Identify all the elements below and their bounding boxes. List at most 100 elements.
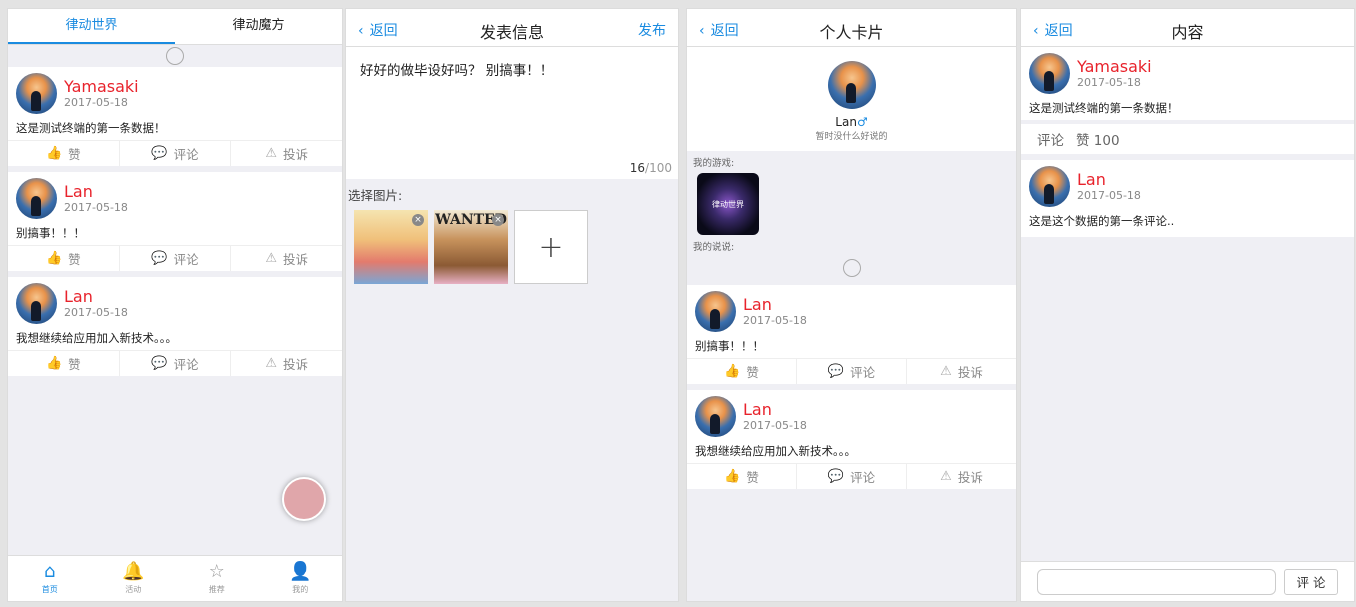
profile-name-text: Lan <box>835 115 857 129</box>
post-actions: 👍 赞 💬 评论 ⚠ 投诉 <box>8 140 342 166</box>
report-button[interactable]: ⚠ 投诉 <box>907 359 1016 384</box>
report-label: 投诉 <box>957 365 983 380</box>
char-count: 16 <box>629 161 646 175</box>
selected-image[interactable]: WANTED × <box>434 210 508 284</box>
nav-activity[interactable]: 🔔 活动 <box>92 556 176 601</box>
avatar[interactable] <box>827 61 876 109</box>
comment-date: 2017-05-18 <box>1077 189 1141 202</box>
star-icon: ☆ <box>208 561 225 582</box>
like-button[interactable]: 👍 赞 <box>687 464 797 489</box>
comment-button[interactable]: 💬 评论 <box>120 351 232 376</box>
tab-rhythm-world[interactable]: 律动世界 <box>8 9 175 44</box>
avatar[interactable] <box>695 396 736 437</box>
publish-button[interactable]: 发布 <box>638 20 666 40</box>
pick-image-label: 选择图片: <box>348 188 403 203</box>
author-name: Yamasaki <box>64 77 139 96</box>
back-button[interactable]: ‹ 返回 <box>1033 20 1073 40</box>
nav-home[interactable]: ⌂ 首页 <box>8 556 92 601</box>
like-button[interactable]: 👍 赞 <box>687 359 797 384</box>
back-button[interactable]: ‹ 返回 <box>699 20 739 40</box>
comment-author: Lan 2017-05-18 <box>1021 160 1354 211</box>
avatar[interactable] <box>16 283 57 324</box>
post-date: 2017-05-18 <box>743 314 807 327</box>
selected-image[interactable]: × <box>354 210 428 284</box>
report-button[interactable]: ⚠ 投诉 <box>231 246 342 271</box>
post-text: 别搞事！！！ <box>695 339 764 353</box>
remove-image-icon[interactable]: × <box>492 214 504 226</box>
author-name: Yamasaki <box>1077 57 1152 76</box>
nav-recommend[interactable]: ☆ 推荐 <box>175 556 259 601</box>
report-button[interactable]: ⚠ 投诉 <box>231 351 342 376</box>
floating-action-button[interactable] <box>282 477 326 521</box>
post-author: Lan 2017-05-18 <box>687 285 1016 336</box>
plus-icon: + <box>538 229 564 265</box>
avatar[interactable] <box>16 73 57 114</box>
post-actions: 👍 赞 💬 评论 ⚠ 投诉 <box>687 463 1016 489</box>
publish-screen: ‹ 返回 发表信息 发布 好好的做毕设好吗？ 别搞事！！ 16/100 选择图片:… <box>345 8 679 602</box>
avatar[interactable] <box>695 291 736 332</box>
like-button[interactable]: 👍 赞 <box>8 141 120 166</box>
profile-signature: 暂时没什么好说的 <box>815 132 888 142</box>
like-count[interactable]: 赞 100 <box>1076 129 1120 149</box>
warning-icon: ⚠ <box>940 364 952 379</box>
report-button[interactable]: ⚠ 投诉 <box>231 141 342 166</box>
comment-icon: 💬 <box>827 469 845 484</box>
post-card[interactable]: Lan 2017-05-18 我想继续给应用加入新技术。。。 👍 赞 💬 评论 ⚠ 投… <box>8 277 342 376</box>
comment-label: 评论 <box>173 252 199 267</box>
post-card[interactable]: Lan 2017-05-18 我想继续给应用加入新技术。。。 👍 赞 💬 评论 ⚠ 投… <box>687 390 1016 489</box>
comment-input[interactable] <box>1037 568 1276 595</box>
loading-spinner-icon <box>842 259 861 277</box>
comment-button[interactable]: 💬 评论 <box>797 464 907 489</box>
feed-screen: 律动世界 律动魔方 Yamasaki 2017-05-18 这是测试终端的第一条… <box>7 8 343 602</box>
warning-icon: ⚠ <box>940 469 952 484</box>
tab-rhythm-cube[interactable]: 律动魔方 <box>175 9 342 44</box>
comment-label: 评论 <box>173 357 199 372</box>
loading-row <box>8 45 342 67</box>
avatar[interactable] <box>1029 166 1070 207</box>
report-label: 投诉 <box>957 470 983 485</box>
add-image-button[interactable]: + <box>514 210 588 284</box>
user-icon: 👤 <box>289 561 312 582</box>
post-author: Lan 2017-05-18 <box>687 390 1016 441</box>
male-icon: ♂ <box>856 115 868 129</box>
comment-button[interactable]: 💬 评论 <box>797 359 907 384</box>
header: ‹ 返回 内容 <box>1021 9 1354 47</box>
post-card[interactable]: Lan 2017-05-18 别搞事！！！ 👍 赞 💬 评论 ⚠ 投诉 <box>687 285 1016 384</box>
post-card: Yamasaki 2017-05-18 这是测试终端的第一条数据！ <box>1021 47 1354 120</box>
nav-profile[interactable]: 👤 我的 <box>259 556 343 601</box>
back-button[interactable]: ‹ 返回 <box>358 20 398 40</box>
profile-card: Lan♂ 暂时没什么好说的 <box>687 47 1016 151</box>
nav-profile-label: 我的 <box>292 585 309 594</box>
post-date: 2017-05-18 <box>64 201 128 214</box>
chevron-left-icon: ‹ <box>699 23 705 39</box>
avatar[interactable] <box>16 178 57 219</box>
send-comment-button[interactable]: 评 论 <box>1284 568 1338 595</box>
author-name: Lan <box>743 295 772 314</box>
game-app-icon[interactable]: 律动世界 <box>697 173 759 235</box>
char-max: /100 <box>645 161 672 175</box>
comment-label: 评论 <box>850 470 876 485</box>
comment-button[interactable]: 💬 评论 <box>120 141 232 166</box>
remove-image-icon[interactable]: × <box>412 214 424 226</box>
like-button[interactable]: 👍 赞 <box>8 246 120 271</box>
thumbs-up-icon: 👍 <box>45 251 63 266</box>
like-label: 赞 <box>68 357 81 372</box>
comment-card: Lan 2017-05-18 这是这个数据的第一条评论.. <box>1021 160 1354 237</box>
comment-button[interactable]: 💬 评论 <box>120 246 232 271</box>
message-editor[interactable]: 好好的做毕设好吗？ 别搞事！！ 16/100 <box>346 47 678 179</box>
comment-tab[interactable]: 评论 <box>1037 129 1064 149</box>
avatar[interactable] <box>1029 53 1070 94</box>
header: ‹ 返回 发表信息 发布 <box>346 9 678 47</box>
profile-screen: ‹ 返回 个人卡片 Lan♂ 暂时没什么好说的 我的游戏: 律动世界 我的说说: … <box>686 8 1017 602</box>
like-button[interactable]: 👍 赞 <box>8 351 120 376</box>
thumbs-up-icon: 👍 <box>724 364 741 379</box>
report-button[interactable]: ⚠ 投诉 <box>907 464 1016 489</box>
report-label: 投诉 <box>283 252 309 267</box>
post-date: 2017-05-18 <box>64 96 128 109</box>
post-card[interactable]: Yamasaki 2017-05-18 这是测试终端的第一条数据！ 👍 赞 💬 评论… <box>8 67 342 166</box>
post-actions: 👍 赞 💬 评论 ⚠ 投诉 <box>8 350 342 376</box>
loading-row <box>687 257 1016 279</box>
nav-home-label: 首页 <box>41 585 58 594</box>
post-card[interactable]: Lan 2017-05-18 别搞事！！！ 👍 赞 💬 评论 ⚠ 投诉 <box>8 172 342 271</box>
thumbs-up-icon: 👍 <box>45 146 63 161</box>
